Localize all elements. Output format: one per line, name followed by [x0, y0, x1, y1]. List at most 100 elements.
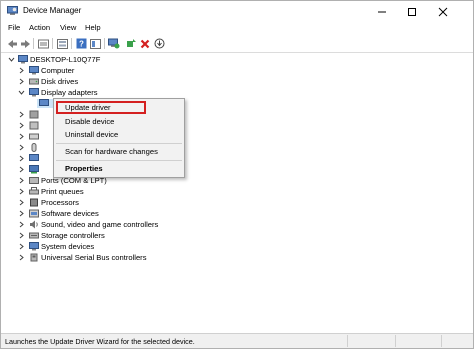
title-bar[interactable]: Device Manager — [1, 1, 473, 22]
close-button[interactable] — [428, 1, 458, 22]
back-button[interactable] — [6, 37, 18, 50]
tree-item-print-queues[interactable]: Print queues — [1, 187, 201, 197]
chevron-right-icon[interactable] — [18, 199, 25, 206]
port-icon — [29, 177, 39, 184]
chevron-right-icon[interactable] — [18, 177, 25, 184]
minimize-button[interactable] — [367, 1, 397, 22]
maximize-button[interactable] — [397, 1, 427, 22]
tree-item-label: Processors — [41, 198, 79, 207]
toolbar: ? — [1, 36, 473, 52]
tree-item-usb-controllers[interactable]: Universal Serial Bus controllers — [1, 253, 221, 263]
list-view-icon — [56, 38, 68, 49]
computer-name: DESKTOP-L10Q77F — [30, 55, 101, 64]
printer-icon — [29, 187, 39, 195]
menu-action[interactable]: Action — [29, 23, 50, 32]
chevron-right-icon[interactable] — [18, 243, 25, 250]
minimize-icon — [378, 11, 386, 12]
properties-menu-item[interactable]: Properties — [65, 164, 103, 174]
chevron-right-icon[interactable] — [18, 67, 25, 74]
tree-item-label: Disk drives — [41, 77, 79, 86]
tree-item-software-devices[interactable]: Software devices — [1, 209, 201, 219]
tree-item-label: Storage controllers — [41, 231, 105, 240]
menu-bar: File Action View Help — [1, 22, 473, 36]
menu-view[interactable]: View — [60, 23, 76, 32]
system-device-icon — [29, 242, 39, 251]
network-adapter-icon — [29, 165, 39, 174]
properties-button[interactable] — [37, 37, 49, 50]
svg-text:?: ? — [79, 40, 84, 49]
window-title: Device Manager — [23, 6, 82, 15]
chevron-down-icon[interactable] — [18, 89, 25, 96]
chevron-right-icon[interactable] — [18, 144, 25, 151]
back-arrow-icon — [7, 39, 17, 48]
properties-icon — [37, 39, 49, 48]
scan-hardware-icon — [108, 38, 120, 49]
tree-item-collapsed[interactable] — [1, 143, 53, 153]
tree-item-processors[interactable]: Processors — [1, 198, 201, 208]
chevron-right-icon[interactable] — [18, 232, 25, 239]
chevron-down-icon[interactable] — [8, 56, 15, 63]
show-button[interactable] — [89, 37, 101, 50]
tree-item-sound-video-game[interactable]: Sound, video and game controllers — [1, 220, 221, 230]
tree-item-system-devices[interactable]: System devices — [1, 242, 201, 252]
device-manager-window: Device Manager File Action View Help ? D… — [0, 0, 474, 349]
computer-icon — [29, 66, 39, 75]
chevron-right-icon[interactable] — [18, 133, 25, 140]
tree-item-collapsed[interactable] — [1, 110, 53, 120]
tree-root[interactable]: DESKTOP-L10Q77F — [1, 55, 201, 65]
menu-help[interactable]: Help — [85, 23, 101, 32]
uninstall-device-menu-item[interactable]: Uninstall device — [65, 130, 118, 140]
update-driver-menu-item[interactable]: Update driver — [65, 103, 111, 113]
tree-item-collapsed[interactable] — [1, 121, 53, 131]
device-tree: DESKTOP-L10Q77F Computer Disk drives Dis… — [1, 53, 473, 333]
tree-item-storage-controllers[interactable]: Storage controllers — [1, 231, 201, 241]
status-divider — [441, 335, 442, 347]
uninstall-x-icon — [140, 39, 150, 48]
show-icon — [89, 38, 101, 49]
status-bar: Launches the Update Driver Wizard for th… — [1, 333, 473, 348]
tree-item-label: Print queues — [41, 187, 84, 196]
list-view-button[interactable] — [56, 37, 68, 50]
tree-item-collapsed[interactable] — [1, 154, 53, 164]
tree-item-label: Display adapters — [41, 88, 98, 97]
chevron-right-icon[interactable] — [18, 155, 25, 162]
add-driver-icon — [126, 39, 136, 47]
tree-item-label: Sound, video and game controllers — [41, 220, 159, 229]
chevron-right-icon[interactable] — [18, 254, 25, 261]
device-icon — [29, 110, 39, 119]
monitor-icon — [29, 154, 39, 161]
download-button[interactable] — [153, 37, 165, 50]
scan-hardware-menu-item[interactable]: Scan for hardware changes — [65, 147, 158, 157]
download-icon — [154, 38, 164, 49]
status-divider — [395, 335, 396, 347]
tree-item-collapsed[interactable] — [1, 165, 53, 175]
chevron-right-icon[interactable] — [18, 78, 25, 85]
tree-item-label: Computer — [41, 66, 75, 75]
status-divider — [347, 335, 348, 347]
processor-icon — [30, 198, 38, 207]
chevron-right-icon[interactable] — [18, 221, 25, 228]
chevron-right-icon[interactable] — [18, 210, 25, 217]
forward-button[interactable] — [19, 37, 31, 50]
toolbar-divider — [71, 38, 72, 49]
tree-item-display-adapters[interactable]: Display adapters — [1, 88, 201, 98]
help-button[interactable]: ? — [75, 37, 87, 50]
chevron-right-icon[interactable] — [18, 166, 25, 173]
scan-hardware-button[interactable] — [108, 37, 120, 50]
tree-item-computer[interactable]: Computer — [1, 66, 201, 76]
tree-item-disk-drives[interactable]: Disk drives — [1, 77, 201, 87]
tree-item-collapsed[interactable] — [1, 132, 53, 142]
add-driver-button[interactable] — [125, 37, 137, 50]
disk-drive-icon — [29, 78, 39, 85]
uninstall-button[interactable] — [139, 37, 151, 50]
chevron-right-icon[interactable] — [18, 188, 25, 195]
keyboard-icon — [29, 133, 39, 140]
toolbar-divider — [52, 38, 53, 49]
menu-file[interactable]: File — [8, 23, 20, 32]
device-icon — [29, 121, 39, 130]
menu-separator — [56, 143, 182, 144]
disable-device-menu-item[interactable]: Disable device — [65, 117, 114, 127]
chevron-right-icon[interactable] — [18, 111, 25, 118]
display-adapter-icon — [29, 88, 39, 97]
chevron-right-icon[interactable] — [18, 122, 25, 129]
